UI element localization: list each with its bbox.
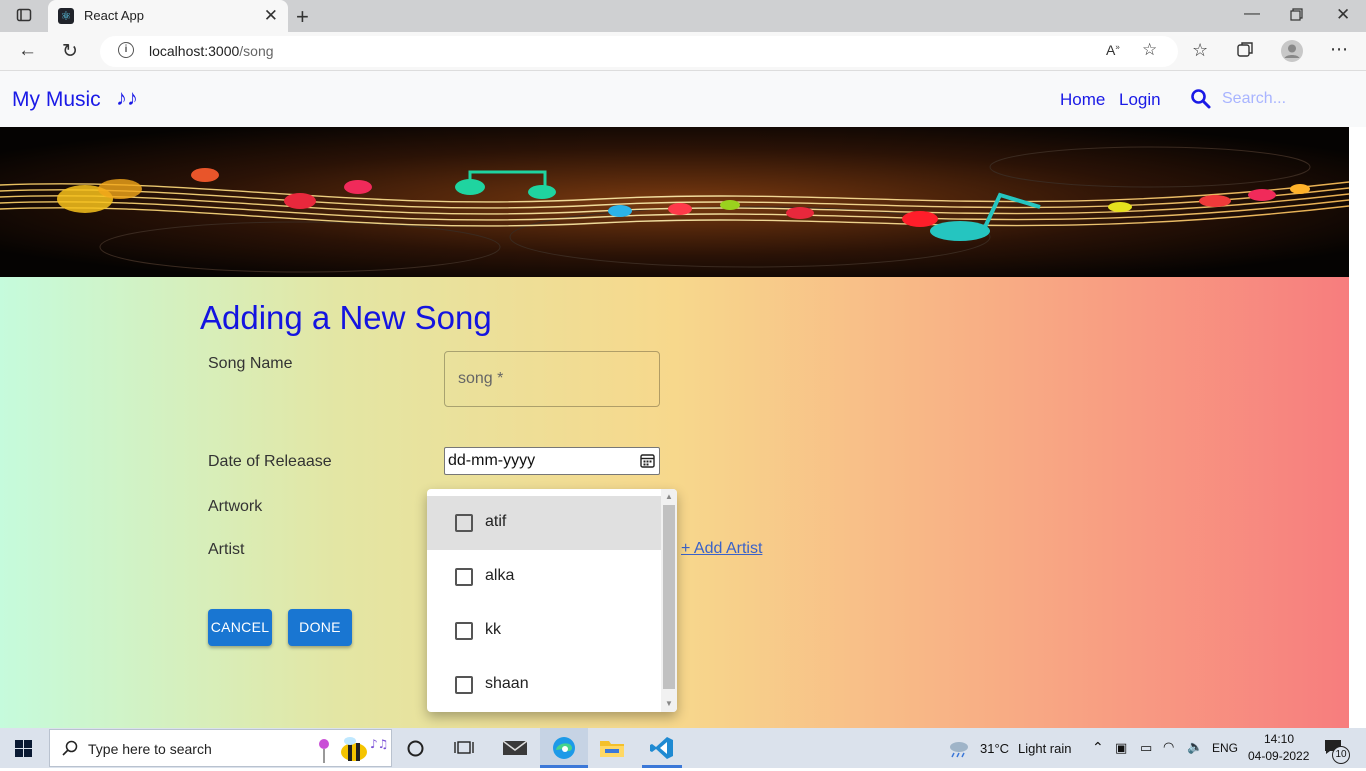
dropdown-scroll-thumb[interactable] [663, 505, 675, 689]
more-menu-icon[interactable]: ⋯ [1330, 39, 1348, 60]
taskbar-search-box[interactable]: Type here to search ♪♫ [49, 729, 392, 767]
url-text: localhost:3000/song [149, 43, 274, 59]
windows-taskbar: Type here to search ♪♫ 31°C Light rain ⌃… [0, 728, 1366, 768]
volume-icon[interactable]: 🔈 [1187, 739, 1203, 755]
react-logo-icon: ⚛ [58, 8, 74, 24]
scroll-down-arrow-icon[interactable]: ▼ [665, 699, 673, 708]
song-name-placeholder: song * [458, 370, 504, 387]
browser-tab[interactable]: ⚛ React App ✕ [48, 0, 288, 32]
artist-option[interactable]: shaan [427, 658, 661, 712]
artist-option-label: kk [485, 621, 501, 638]
nav-home-link[interactable]: Home [1060, 90, 1105, 110]
collections-icon[interactable] [1237, 41, 1254, 63]
close-tab-icon[interactable]: ✕ [264, 6, 278, 26]
artist-option-label: alka [485, 567, 515, 584]
artwork-label: Artwork [208, 498, 263, 515]
artist-option-label: shaan [485, 675, 529, 692]
search-input[interactable] [1222, 87, 1342, 111]
new-tab-icon[interactable]: + [296, 4, 309, 30]
tab-title: React App [84, 8, 144, 23]
release-date-label: Date of Releaase [208, 453, 332, 470]
add-favorite-icon[interactable]: ☆ [1142, 40, 1157, 60]
app-navbar: My Music ♪♪ Home Login [0, 71, 1366, 127]
language-indicator[interactable]: ENG [1212, 741, 1238, 755]
favorites-icon[interactable]: ☆ [1192, 40, 1208, 61]
profile-avatar-icon[interactable] [1281, 40, 1303, 67]
calendar-icon[interactable] [640, 453, 655, 468]
notification-count-badge: 10 [1332, 746, 1350, 764]
song-name-label: Song Name [208, 355, 293, 372]
artist-option[interactable]: atif [427, 496, 661, 550]
weather-rain-icon[interactable] [948, 740, 970, 763]
checkbox-icon[interactable] [455, 514, 473, 532]
cortana-icon[interactable] [407, 740, 424, 762]
checkbox-icon[interactable] [455, 622, 473, 640]
clock-time[interactable]: 14:10 [1264, 732, 1294, 746]
artist-label: Artist [208, 541, 245, 558]
page-scrollbar[interactable] [1349, 127, 1366, 728]
artist-option[interactable]: alka [427, 550, 661, 604]
cancel-button[interactable]: CANCEL [208, 609, 272, 646]
scroll-up-arrow-icon[interactable]: ▲ [665, 492, 673, 501]
checkbox-icon[interactable] [455, 568, 473, 586]
artist-option-label: atif [485, 513, 507, 530]
refresh-icon[interactable]: ↻ [62, 40, 78, 63]
edge-browser-icon[interactable] [540, 728, 588, 768]
read-aloud-icon[interactable]: A» [1106, 42, 1120, 58]
svg-text:♪♫: ♪♫ [370, 737, 388, 751]
address-field[interactable]: i localhost:3000/song A» ☆ [100, 36, 1178, 67]
music-notes-icon: ♪♪ [116, 85, 138, 110]
checkbox-icon[interactable] [455, 676, 473, 694]
search-icon [62, 740, 78, 761]
music-banner-image [0, 127, 1349, 277]
search-highlight-bee-icon: ♪♫ [314, 732, 390, 771]
back-icon[interactable]: ← [18, 40, 37, 62]
search-icon[interactable] [1190, 88, 1212, 110]
taskbar-search-text: Type here to search [88, 741, 212, 757]
artist-option[interactable]: kk [427, 604, 661, 658]
windows-start-icon[interactable] [15, 740, 32, 762]
vscode-icon[interactable] [642, 728, 682, 768]
close-window-icon[interactable]: ✕ [1336, 5, 1350, 25]
site-info-icon[interactable]: i [118, 42, 134, 58]
brand-link[interactable]: My Music [12, 88, 101, 112]
address-bar-row: ← ↻ i localhost:3000/song A» ☆ ☆ ⋯ [0, 32, 1366, 71]
battery-icon[interactable]: ▭ [1140, 740, 1152, 756]
task-view-icon[interactable] [454, 739, 474, 762]
weather-desc[interactable]: Light rain [1018, 741, 1071, 756]
date-value: dd-mm-yyyy [448, 452, 536, 469]
page-title: Adding a New Song [200, 299, 492, 336]
tray-app-icon[interactable]: ▣ [1115, 740, 1127, 756]
done-button[interactable]: DONE [288, 609, 352, 646]
song-name-field[interactable]: song * [444, 351, 660, 407]
nav-login-link[interactable]: Login [1119, 90, 1161, 110]
add-artist-link[interactable]: + Add Artist [681, 540, 762, 558]
release-date-input[interactable]: dd-mm-yyyy [444, 447, 660, 475]
wifi-icon[interactable]: ◠ [1163, 739, 1174, 755]
restore-icon[interactable] [1290, 8, 1303, 26]
mail-app-icon[interactable] [502, 739, 528, 762]
show-hidden-icons-chevron-icon[interactable]: ⌃ [1092, 739, 1104, 756]
browser-tab-bar: ⚛ React App ✕ + — ✕ [0, 0, 1366, 32]
clock-date[interactable]: 04-09-2022 [1248, 749, 1309, 763]
file-explorer-icon[interactable] [600, 738, 624, 763]
minimize-icon[interactable]: — [1244, 5, 1260, 23]
artist-dropdown-menu: atif alka kk shaan ▲ ▼ [427, 489, 677, 712]
weather-temp[interactable]: 31°C [980, 741, 1009, 756]
tab-actions-icon[interactable] [16, 7, 32, 28]
